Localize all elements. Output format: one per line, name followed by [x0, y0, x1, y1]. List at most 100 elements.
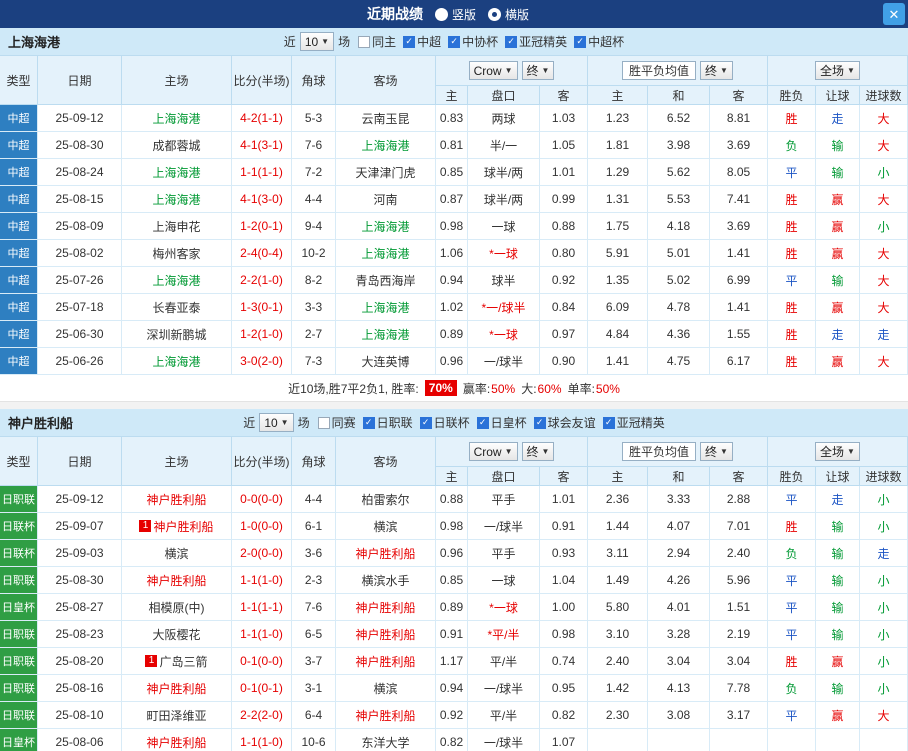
- home-team-cell[interactable]: 町田泽维亚: [122, 702, 232, 729]
- scope-select[interactable]: 全场 ▼: [815, 442, 860, 461]
- score-cell[interactable]: 0-1(0-0): [232, 648, 292, 675]
- score-cell[interactable]: 1-1(1-0): [232, 729, 292, 751]
- away-team-cell[interactable]: 河南: [336, 186, 436, 213]
- filter-checkbox[interactable]: ✓ 日职联: [362, 414, 413, 431]
- home-team-cell[interactable]: 神户胜利船: [122, 729, 232, 751]
- away-team-cell[interactable]: 神户胜利船: [336, 648, 436, 675]
- europe-average-box[interactable]: 胜平负均值: [622, 61, 697, 80]
- home-team-cell[interactable]: 梅州客家: [122, 240, 232, 267]
- result-outcome: 胜: [768, 348, 816, 375]
- checkbox-checked-icon[interactable]: ✓: [476, 416, 489, 429]
- away-team-cell[interactable]: 神户胜利船: [336, 621, 436, 648]
- home-team-cell[interactable]: 1 广岛三箭: [122, 648, 232, 675]
- away-team-cell[interactable]: 上海海港: [336, 132, 436, 159]
- away-team-cell[interactable]: 天津津门虎: [336, 159, 436, 186]
- away-team-cell[interactable]: 东洋大学: [336, 729, 436, 751]
- home-team-cell[interactable]: 横滨: [122, 540, 232, 567]
- home-team-cell[interactable]: 神户胜利船: [122, 567, 232, 594]
- filter-checkbox[interactable]: ✓ 日联杯: [419, 414, 470, 431]
- home-team-cell[interactable]: 上海海港: [122, 186, 232, 213]
- away-team-cell[interactable]: 柏雷索尔: [336, 486, 436, 513]
- away-team-cell[interactable]: 大连英博: [336, 348, 436, 375]
- checkbox-checked-icon[interactable]: ✓: [362, 416, 375, 429]
- home-team-cell[interactable]: 深圳新鹏城: [122, 321, 232, 348]
- home-team-cell[interactable]: 神户胜利船: [122, 486, 232, 513]
- away-team-cell[interactable]: 神户胜利船: [336, 702, 436, 729]
- away-team-cell[interactable]: 横滨: [336, 675, 436, 702]
- europe-final-select[interactable]: 终 ▼: [700, 61, 733, 80]
- checkbox-checked-icon[interactable]: ✓: [602, 416, 615, 429]
- score-cell[interactable]: 1-1(1-1): [232, 159, 292, 186]
- filter-checkbox[interactable]: ✓ 球会友谊: [533, 414, 596, 431]
- filter-checkbox[interactable]: ✓ 中超: [403, 33, 441, 50]
- score-cell[interactable]: 4-1(3-0): [232, 186, 292, 213]
- checkbox-checked-icon[interactable]: ✓: [505, 35, 518, 48]
- home-team-cell[interactable]: 相模原(中): [122, 594, 232, 621]
- checkbox-checked-icon[interactable]: ✓: [419, 416, 432, 429]
- score-cell[interactable]: 1-1(1-0): [232, 621, 292, 648]
- score-cell[interactable]: 1-1(1-1): [232, 594, 292, 621]
- scope-select[interactable]: 全场 ▼: [815, 61, 860, 80]
- checkbox-checked-icon[interactable]: ✓: [403, 35, 416, 48]
- away-team-cell[interactable]: 横滨水手: [336, 567, 436, 594]
- filter-checkbox[interactable]: ✓ 日皇杯: [476, 414, 527, 431]
- away-team-cell[interactable]: 神户胜利船: [336, 594, 436, 621]
- score-cell[interactable]: 4-2(1-1): [232, 105, 292, 132]
- filter-checkbox[interactable]: ✓ 亚冠精英: [602, 414, 665, 431]
- score-cell[interactable]: 2-0(0-0): [232, 540, 292, 567]
- home-team-cell[interactable]: 上海海港: [122, 267, 232, 294]
- score-cell[interactable]: 3-0(2-0): [232, 348, 292, 375]
- home-team-cell[interactable]: 1 神户胜利船: [122, 513, 232, 540]
- score-cell[interactable]: 2-2(2-0): [232, 702, 292, 729]
- score-cell[interactable]: 2-4(0-4): [232, 240, 292, 267]
- away-team-cell[interactable]: 神户胜利船: [336, 540, 436, 567]
- score-cell[interactable]: 4-1(3-1): [232, 132, 292, 159]
- score-cell[interactable]: 1-2(0-1): [232, 213, 292, 240]
- home-team-cell[interactable]: 长春亚泰: [122, 294, 232, 321]
- filter-checkbox[interactable]: ✓ 亚冠精英: [505, 33, 567, 50]
- away-team-cell[interactable]: 上海海港: [336, 294, 436, 321]
- checkbox-checked-icon[interactable]: ✓: [574, 35, 587, 48]
- home-team-cell[interactable]: 上海海港: [122, 105, 232, 132]
- corner-cell: 7-6: [292, 132, 336, 159]
- score-cell[interactable]: 1-0(0-0): [232, 513, 292, 540]
- home-team-cell[interactable]: 上海海港: [122, 348, 232, 375]
- europe-final-select[interactable]: 终 ▼: [700, 442, 733, 461]
- asia-away-odds: 0.91: [540, 513, 588, 540]
- away-team-cell[interactable]: 横滨: [336, 513, 436, 540]
- away-team-cell[interactable]: 云南玉昆: [336, 105, 436, 132]
- score-cell[interactable]: 1-3(0-1): [232, 294, 292, 321]
- bookmaker-select[interactable]: Crow ▼: [468, 442, 518, 461]
- asia-final-select[interactable]: 终 ▼: [521, 61, 555, 80]
- away-team-cell[interactable]: 上海海港: [336, 213, 436, 240]
- filter-checkbox[interactable]: ✓ 中超杯: [574, 33, 624, 50]
- home-team-cell[interactable]: 成都蓉城: [122, 132, 232, 159]
- filter-checkbox[interactable]: ✓ 中协杯: [448, 33, 498, 50]
- close-button[interactable]: ✕: [883, 3, 905, 25]
- home-team-cell[interactable]: 上海海港: [122, 159, 232, 186]
- away-team-cell[interactable]: 上海海港: [336, 321, 436, 348]
- radio-vertical-layout[interactable]: 竖版: [434, 6, 476, 23]
- score-cell[interactable]: 0-0(0-0): [232, 486, 292, 513]
- score-cell[interactable]: 1-2(1-0): [232, 321, 292, 348]
- score-cell[interactable]: 1-1(1-0): [232, 567, 292, 594]
- home-team-cell[interactable]: 大阪樱花: [122, 621, 232, 648]
- filter-checkbox[interactable]: 同赛: [317, 414, 356, 431]
- home-team-cell[interactable]: 神户胜利船: [122, 675, 232, 702]
- radio-horizontal-layout[interactable]: 横版: [488, 6, 529, 23]
- checkbox-checked-icon[interactable]: ✓: [533, 416, 546, 429]
- checkbox-checked-icon[interactable]: ✓: [448, 35, 461, 48]
- score-cell[interactable]: 2-2(1-0): [232, 267, 292, 294]
- checkbox-unchecked-icon[interactable]: [317, 416, 330, 429]
- europe-average-box[interactable]: 胜平负均值: [622, 442, 697, 461]
- home-team-cell[interactable]: 上海申花: [122, 213, 232, 240]
- asia-final-select[interactable]: 终 ▼: [521, 442, 555, 461]
- match-count-select[interactable]: 10 ▼: [259, 413, 294, 432]
- away-team-cell[interactable]: 青岛西海岸: [336, 267, 436, 294]
- match-count-select[interactable]: 10 ▼: [299, 32, 335, 51]
- filter-checkbox[interactable]: 同主: [358, 33, 396, 50]
- checkbox-unchecked-icon[interactable]: [358, 35, 371, 48]
- score-cell[interactable]: 0-1(0-1): [232, 675, 292, 702]
- away-team-cell[interactable]: 上海海港: [336, 240, 436, 267]
- bookmaker-select[interactable]: Crow ▼: [468, 61, 518, 80]
